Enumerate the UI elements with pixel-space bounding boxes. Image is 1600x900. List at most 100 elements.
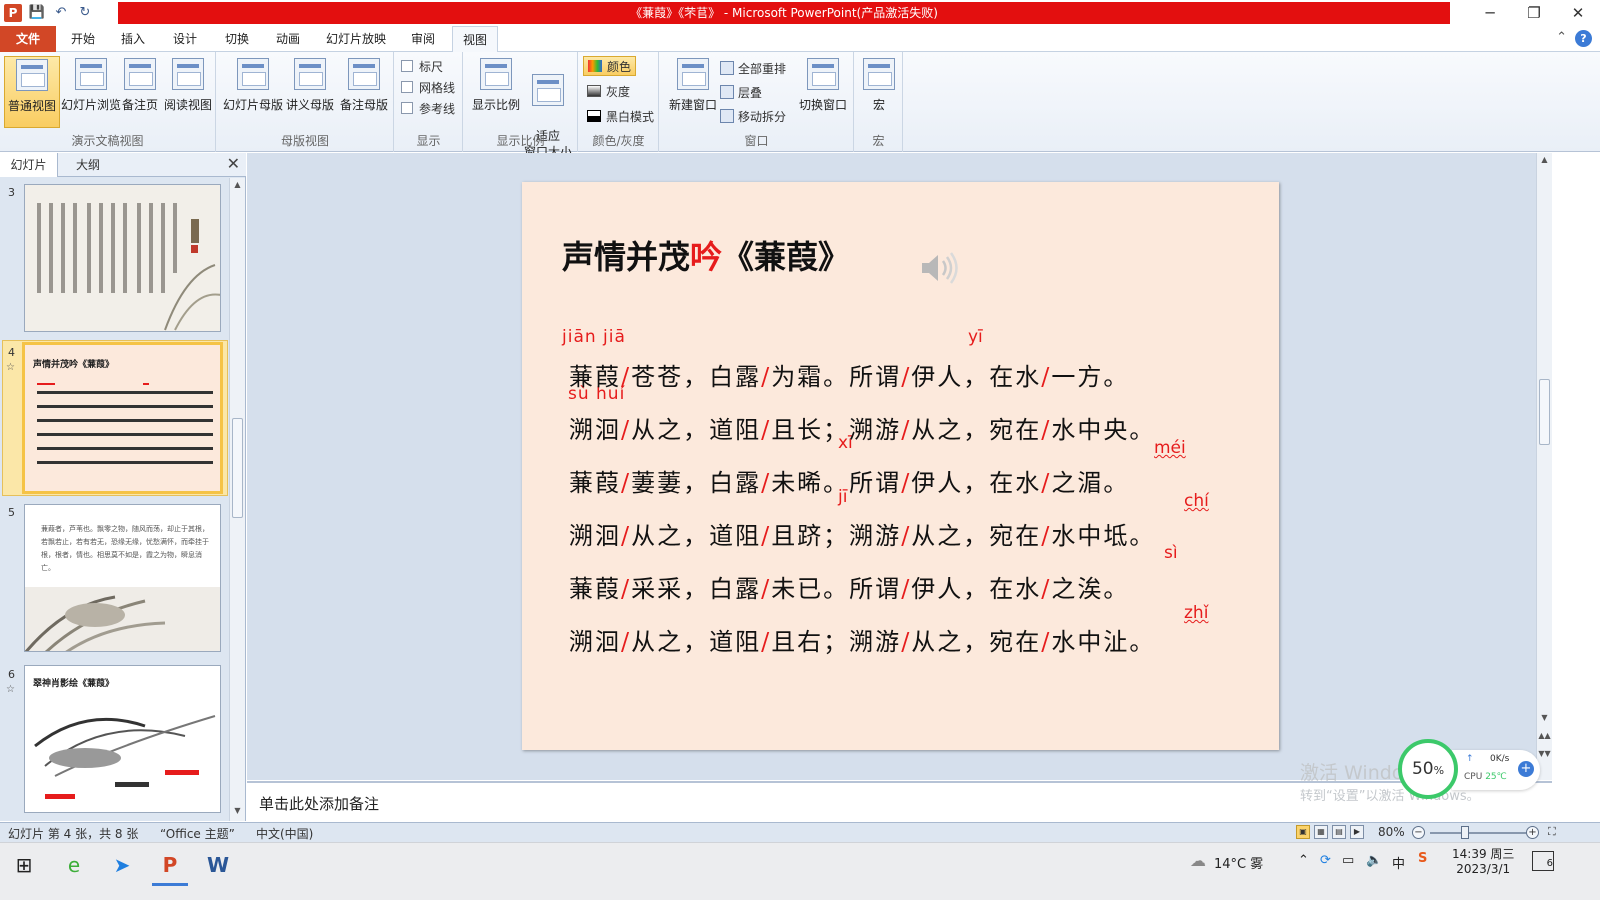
weather-cloud-icon: ☁ [1190, 851, 1206, 870]
add-icon[interactable]: + [1518, 761, 1534, 777]
scroll-thumb[interactable] [232, 418, 243, 518]
slide-sorter-icon[interactable]: ▦ [1314, 825, 1328, 839]
tab-animations[interactable]: 动画 [265, 26, 311, 52]
fit-to-window-button[interactable]: 适应 窗口大小 [520, 56, 576, 159]
slide-number: 3 [8, 186, 15, 199]
previous-slide-icon[interactable]: ▲▲ [1537, 731, 1552, 740]
language[interactable]: 中文(中国) [256, 825, 313, 842]
arrange-all-button[interactable]: 全部重排 [720, 58, 786, 78]
ruler-checkbox[interactable]: 标尺 [401, 56, 443, 76]
next-slide-icon[interactable]: ▼▼ [1537, 749, 1552, 758]
tab-home[interactable]: 开始 [60, 26, 106, 52]
clock[interactable]: 14:39 周三 2023/3/1 [1452, 847, 1514, 877]
ime-indicator[interactable]: 中 [1392, 853, 1405, 872]
windows-start-icon[interactable]: ⊞ [2, 847, 46, 883]
slide-title[interactable]: 声情并茂吟《蒹葭》 [562, 232, 850, 278]
theme-name[interactable]: “Office 主题” [160, 825, 235, 842]
grayscale-button[interactable]: 灰度 [587, 81, 630, 101]
pinyin-chi: chí [1184, 491, 1209, 511]
handout-master-button[interactable]: 讲义母版 [283, 56, 337, 128]
redo-icon[interactable]: ↻ [76, 4, 94, 22]
macros-button[interactable]: 宏 [857, 56, 901, 128]
save-icon[interactable]: 💾 [28, 4, 46, 22]
zoom-button[interactable]: 显示比例 [468, 56, 524, 128]
reading-view-button[interactable]: 阅读视图 [162, 56, 214, 128]
scroll-up-icon[interactable]: ▲ [230, 180, 245, 189]
zoom-level[interactable]: 80% [1378, 825, 1405, 839]
tab-slideshow[interactable]: 幻灯片放映 [318, 26, 394, 52]
color-swatch-icon [588, 60, 602, 72]
current-slide[interactable]: 声情并茂吟《蒹葭》 jiān jiā yī sù huí xī méi jī c… [522, 182, 1279, 750]
group-label: 宏 [872, 134, 885, 148]
close-button[interactable]: ✕ [1556, 0, 1600, 26]
show-hidden-icons-icon[interactable]: ⌃ [1298, 853, 1309, 868]
tab-design[interactable]: 设计 [162, 26, 208, 52]
notification-center-icon[interactable]: 6 [1532, 851, 1554, 871]
slide-thumbnail-5[interactable]: 蒹葭者，芦苇也。飘零之物，随风而荡，却止于其根，若飘若止，若有若无，恐缘无缘，忧… [24, 504, 221, 652]
zoom-in-button[interactable]: + [1526, 826, 1539, 839]
scroll-up-icon[interactable]: ▲ [1537, 155, 1552, 164]
memory-usage-ring[interactable]: 50% [1398, 739, 1458, 799]
slide-thumbnail-3[interactable] [24, 184, 221, 332]
slide-master-button[interactable]: 幻灯片母版 [223, 56, 283, 128]
tab-view[interactable]: 视图 [452, 26, 498, 53]
restore-button[interactable]: ❐ [1512, 0, 1556, 26]
notes-placeholder[interactable]: 单击此处添加备注 [259, 793, 379, 814]
powerpoint-taskbar-icon[interactable]: P [148, 847, 192, 886]
move-split-button[interactable]: 移动拆分 [720, 106, 786, 126]
guides-checkbox[interactable]: 参考线 [401, 98, 455, 118]
editor-scrollbar[interactable]: ▲ ▼ ▲▲ ▼▼ [1536, 153, 1552, 780]
scroll-down-icon[interactable]: ▼ [230, 806, 245, 815]
zoom-slider-knob[interactable] [1461, 826, 1469, 839]
switch-window-button[interactable]: 切换窗口 [794, 56, 852, 128]
slide-thumbnail-6[interactable]: 翠神肖影绘《蒹葭》 [24, 665, 221, 813]
group-label: 显示 [416, 134, 441, 148]
cascade-button[interactable]: 层叠 [720, 82, 762, 102]
scroll-down-icon[interactable]: ▼ [1537, 713, 1552, 722]
speaker-icon[interactable] [918, 250, 962, 286]
normal-view-icon[interactable]: ▣ [1296, 825, 1310, 839]
tab-review[interactable]: 审阅 [400, 26, 446, 52]
pinyin-yi: yī [968, 327, 983, 347]
new-window-button[interactable]: 新建窗口 [664, 56, 722, 128]
scroll-thumb[interactable] [1539, 379, 1550, 445]
fit-slide-icon[interactable]: ⛶ [1548, 825, 1556, 839]
slide-master-icon [237, 58, 269, 90]
browser-icon[interactable]: e [52, 847, 96, 883]
zoom-out-button[interactable]: − [1412, 826, 1425, 839]
pinyin-si: sì [1164, 543, 1178, 563]
powerpoint-logo-icon[interactable]: P [4, 4, 22, 22]
notes-master-button[interactable]: 备注母版 [337, 56, 391, 128]
reading-view-icon[interactable]: ▤ [1332, 825, 1346, 839]
zoom-slider[interactable] [1430, 832, 1526, 834]
network-icon[interactable]: ▭ [1342, 853, 1354, 868]
app-tray-icon[interactable]: S [1418, 851, 1427, 866]
slide-number: 5 [8, 506, 15, 519]
volume-icon[interactable]: 🔈 [1366, 853, 1382, 868]
pinyin-zhi: zhǐ [1184, 603, 1209, 623]
tab-insert[interactable]: 插入 [110, 26, 156, 52]
tab-outline[interactable]: 大纲 [60, 153, 116, 177]
slideshow-icon[interactable]: ▶ [1350, 825, 1364, 839]
weather[interactable]: 14°C 雾 [1214, 853, 1263, 872]
normal-view-button[interactable]: 普通视图 [4, 56, 60, 128]
tab-slides[interactable]: 幻灯片 [0, 153, 58, 177]
gridlines-checkbox[interactable]: 网格线 [401, 77, 455, 97]
collapse-ribbon-icon[interactable]: ⌃ [1556, 30, 1567, 47]
app-icon[interactable]: ➤ [100, 847, 144, 883]
close-panel-icon[interactable]: ✕ [227, 154, 240, 173]
notes-page-button[interactable]: 备注页 [118, 56, 162, 128]
sync-icon[interactable]: ⟳ [1320, 853, 1331, 868]
color-button[interactable]: 颜色 [583, 56, 637, 76]
slide-thumbnail-4[interactable]: 声情并茂吟《蒹葭》 [22, 342, 223, 494]
slide-sorter-button[interactable]: 幻灯片浏览 [60, 56, 122, 128]
tab-transitions[interactable]: 切换 [214, 26, 260, 52]
minimize-button[interactable]: ─ [1468, 0, 1512, 26]
help-icon[interactable]: ? [1575, 30, 1592, 47]
network-speed-widget[interactable]: ↑ 0K/s CPU 25℃ + [1452, 750, 1540, 790]
tab-file[interactable]: 文件 [0, 26, 56, 52]
black-white-button[interactable]: 黑白模式 [587, 106, 654, 126]
word-taskbar-icon[interactable]: W [196, 847, 240, 883]
undo-icon[interactable]: ↶ [52, 4, 70, 22]
slides-scrollbar[interactable]: ▲ ▼ [229, 178, 245, 821]
